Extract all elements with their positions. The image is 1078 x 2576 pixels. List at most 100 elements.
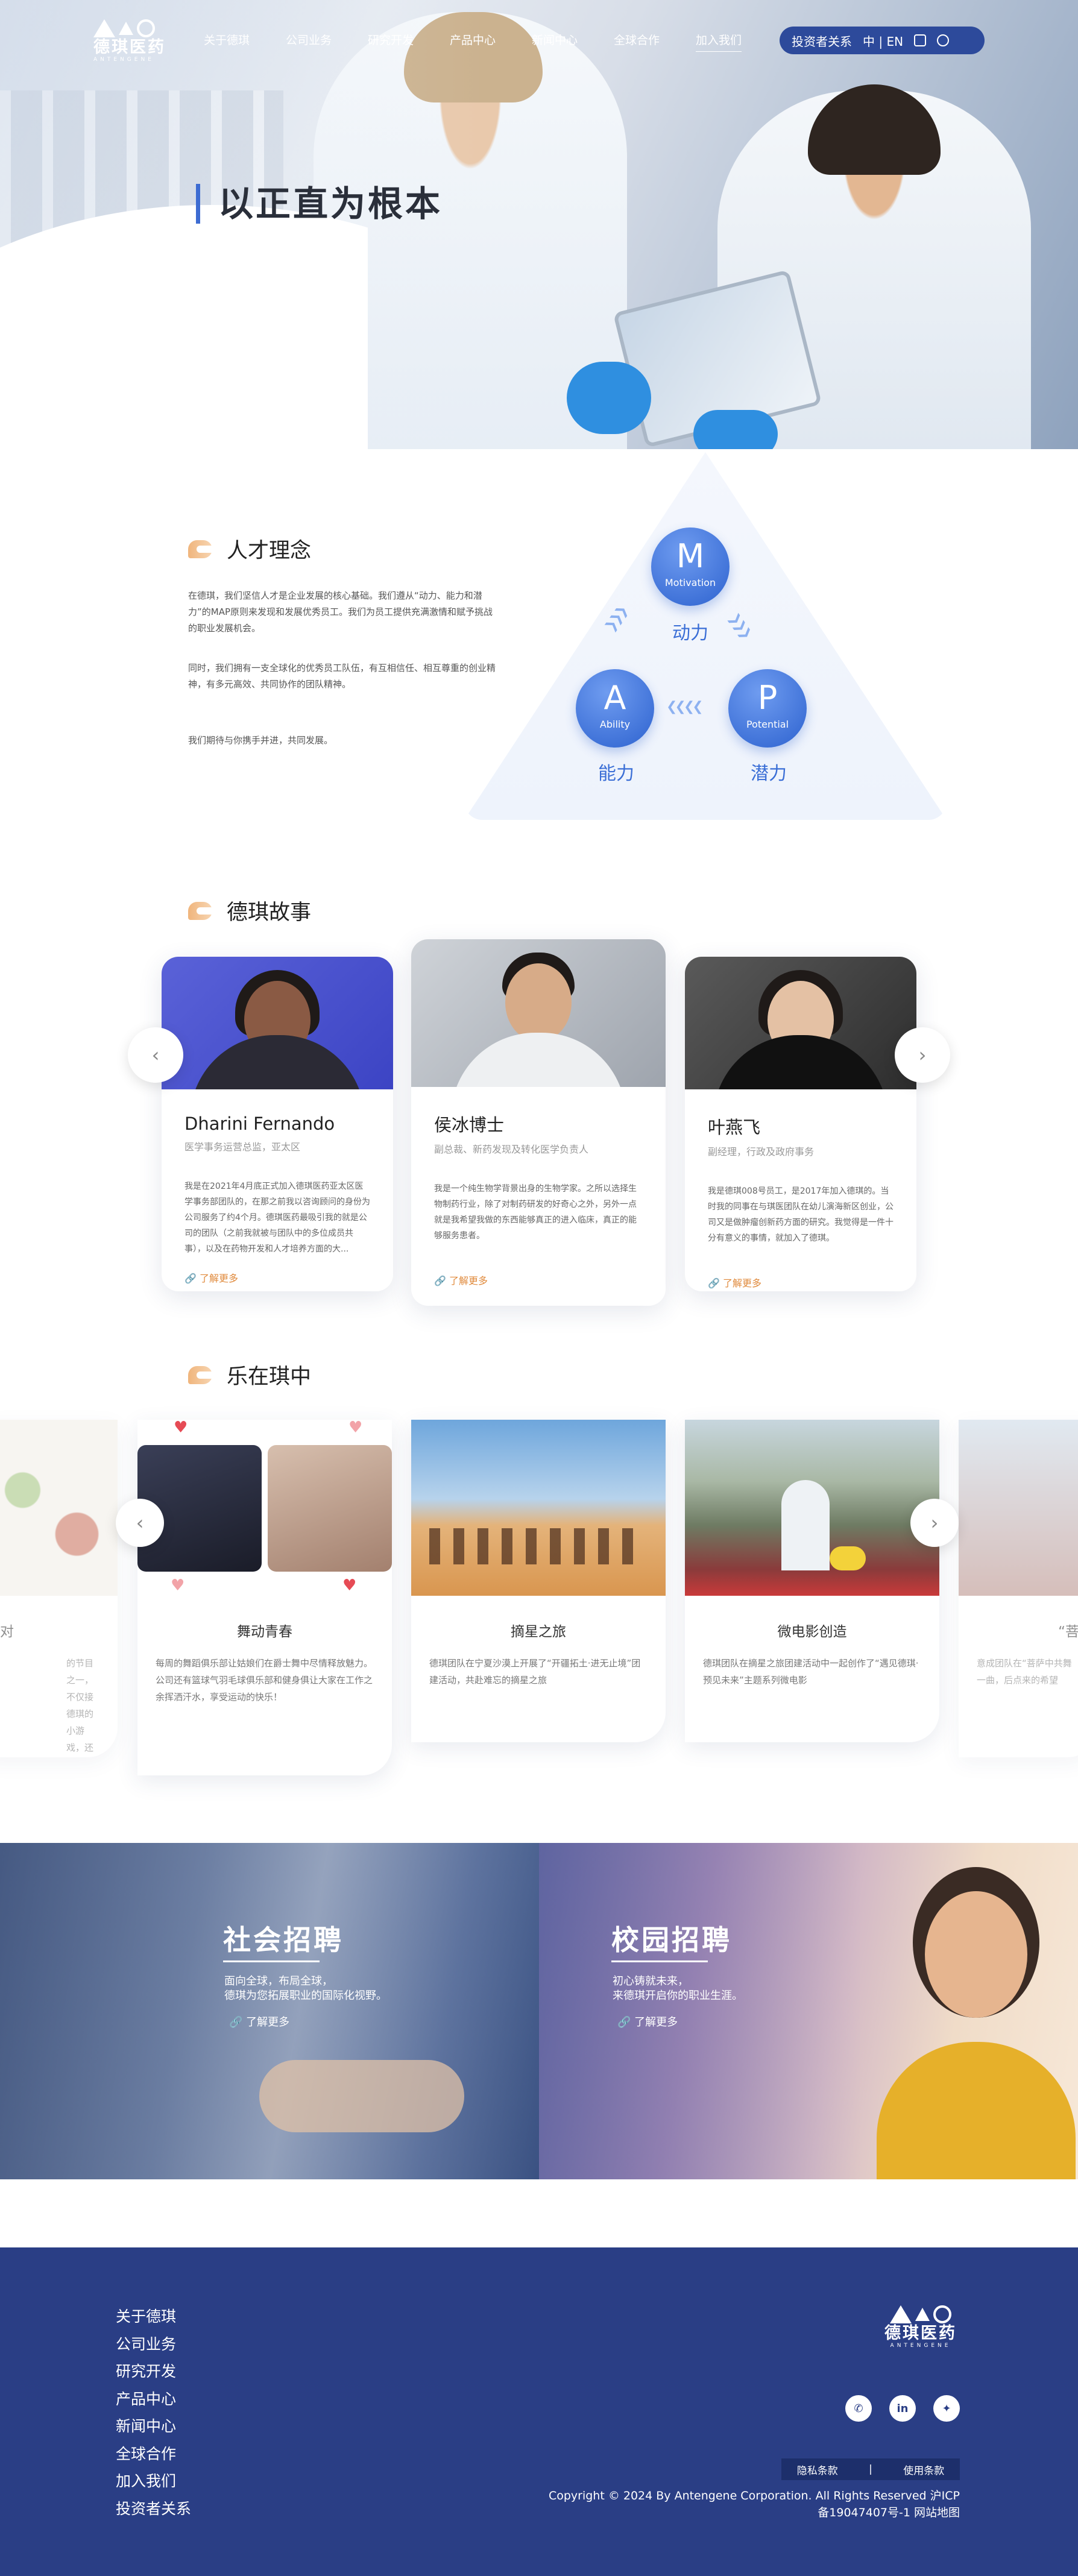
fun-card-title: 微电影创造 bbox=[777, 1624, 847, 1640]
section-mark-icon bbox=[188, 540, 217, 558]
footer-link-rd[interactable]: 研究开发 bbox=[116, 2358, 191, 2385]
fun-card[interactable]: 摘星之旅 德琪团队在宁夏沙漠上开展了“开疆拓土·进无止境”团建活动，共赴难忘的摘… bbox=[411, 1420, 666, 1742]
logo-circle-icon bbox=[137, 19, 155, 37]
icp-sitemap[interactable]: 备19047407号-1 网站地图 bbox=[549, 2504, 960, 2521]
fun-next-button[interactable]: › bbox=[910, 1499, 959, 1547]
social-recruit-desc-1: 面向全球，布局全球， bbox=[224, 1975, 333, 1988]
heart-icon: ♥ bbox=[348, 1420, 363, 1437]
nav-news[interactable]: 新闻中心 bbox=[532, 31, 614, 48]
talent-title: 人才理念 bbox=[227, 539, 312, 563]
story-photo bbox=[685, 957, 916, 1089]
map-potential-label: 潜力 bbox=[751, 763, 787, 784]
map-ability-label: 能力 bbox=[598, 763, 634, 784]
wechat-icon[interactable] bbox=[914, 34, 927, 46]
campus-recruit-desc-1: 初心铸就未来， bbox=[613, 1975, 689, 1988]
footer-links: 关于德琪 公司业务 研究开发 产品中心 新闻中心 全球合作 加入我们 投资者关系 bbox=[116, 2303, 191, 2522]
terms-link[interactable]: 使用条款 bbox=[903, 2462, 944, 2477]
footer-link-about[interactable]: 关于德琪 bbox=[116, 2303, 191, 2331]
nav-partnership[interactable]: 全球合作 bbox=[614, 31, 696, 48]
footer-link-news[interactable]: 新闻中心 bbox=[116, 2413, 191, 2440]
section-mark-icon bbox=[188, 1365, 217, 1384]
fun-card-desc: 德琪团队在宁夏沙漠上开展了“开疆拓土·进无止境”团建活动，共赴难忘的摘星之旅 bbox=[429, 1658, 641, 1686]
fun-card-title: 舞动青春 bbox=[237, 1624, 292, 1640]
copyright: Copyright © 2024 By Antengene Corporatio… bbox=[549, 2487, 960, 2521]
story-role: 医学事务运营总监，亚太区 bbox=[184, 1141, 301, 1153]
section-mark-icon bbox=[188, 901, 217, 920]
story-role: 副总裁、新药发现及转化医学负责人 bbox=[434, 1144, 589, 1155]
fun-photo-film bbox=[685, 1420, 939, 1596]
story-role: 副经理，行政及政府事务 bbox=[708, 1146, 815, 1157]
story-name: 叶燕飞 bbox=[708, 1117, 761, 1138]
footer-link-products[interactable]: 产品中心 bbox=[116, 2385, 191, 2413]
header-actions: 投资者关系 中 | EN bbox=[780, 27, 985, 54]
footer-link-partnership[interactable]: 全球合作 bbox=[116, 2440, 191, 2468]
nav-about[interactable]: 关于德琪 bbox=[204, 31, 286, 48]
header-logo[interactable]: 德琪医药 ANTENGENE bbox=[93, 18, 166, 66]
story-desc: 我是在2021年4月底正式加入德琪医药亚太区医学事务部团队的，在那之前我以咨询顾… bbox=[184, 1182, 370, 1254]
story-name: 侯冰博士 bbox=[434, 1115, 505, 1135]
story-more-link[interactable]: 🔗 了解更多 bbox=[708, 1275, 894, 1290]
map-motivation-circle: M Motivation bbox=[651, 527, 730, 606]
chevron-left-icon: ‹ bbox=[136, 1511, 144, 1534]
map-ability-circle: A Ability bbox=[576, 669, 654, 748]
footer-link-business[interactable]: 公司业务 bbox=[116, 2331, 191, 2358]
logo-triangle-icon bbox=[915, 2308, 930, 2321]
stories-next-button[interactable]: › bbox=[895, 1027, 950, 1083]
investor-relations-link[interactable]: 投资者关系 bbox=[792, 32, 852, 49]
footer-logo[interactable]: 德琪医药 ANTENGENE bbox=[881, 2304, 960, 2349]
logo-triangle-icon bbox=[119, 22, 133, 35]
logo-circle-icon bbox=[933, 2305, 951, 2323]
nav-join-us[interactable]: 加入我们 bbox=[696, 31, 778, 48]
fun-card[interactable]: 微电影创造 德琪团队在摘星之旅团建活动中一起创作了“遇见德琪·预见未来”主题系列… bbox=[685, 1420, 939, 1742]
story-card[interactable]: 叶燕飞 副经理，行政及政府事务 我是德琪008号员工，是2017年加入德琪的。当… bbox=[685, 957, 916, 1291]
stories-title: 德琪故事 bbox=[227, 901, 312, 925]
footer: 关于德琪 公司业务 研究开发 产品中心 新闻中心 全球合作 加入我们 投资者关系… bbox=[0, 2247, 1078, 2576]
social-recruit-desc-2: 德琪为您拓展职业的国际化视野。 bbox=[224, 1989, 387, 2002]
footer-link-investor[interactable]: 投资者关系 bbox=[116, 2495, 191, 2523]
campus-recruit-banner[interactable]: 校园招聘 初心铸就未来， 来德琪开启你的职业生涯。 🔗 了解更多 bbox=[539, 1843, 1078, 2179]
fun-prev-button[interactable]: ‹ bbox=[116, 1499, 164, 1547]
fun-card-desc: 每周的舞蹈俱乐部让姑娘们在爵士舞中尽情释放魅力。公司还有篮球气羽毛球俱乐部和健身… bbox=[156, 1658, 373, 1702]
heart-icon: ♥ bbox=[174, 1420, 188, 1437]
wechat-icon[interactable]: ✆ bbox=[845, 2395, 872, 2422]
twitter-icon[interactable]: ✦ bbox=[933, 2395, 960, 2422]
stories-prev-button[interactable]: ‹ bbox=[128, 1027, 183, 1083]
story-photo bbox=[411, 939, 666, 1087]
story-desc: 我是德琪008号员工，是2017年加入德琪的。当时我的同事在与琪医团队在幼儿演海… bbox=[708, 1186, 894, 1243]
logo-triangle-icon bbox=[890, 2305, 912, 2323]
nav-products[interactable]: 产品中心 bbox=[450, 31, 532, 48]
fun-card-desc: 德琪团队在摘星之旅团建活动中一起创作了“遇见德琪·预见未来”主题系列微电影 bbox=[703, 1658, 919, 1686]
fun-card[interactable]: ♥ ♥ ♥ ♥ 舞动青春 每周的舞蹈俱乐部让姑娘们在爵士舞中尽情释放魅力。公司还… bbox=[137, 1420, 392, 1775]
hero-banner bbox=[0, 0, 1078, 449]
chevron-right-icon: › bbox=[930, 1511, 939, 1534]
hero-title: 以正直为根本 bbox=[196, 184, 443, 224]
footer-logo-cn: 德琪医药 bbox=[884, 2324, 957, 2343]
language-switch[interactable]: 中 | EN bbox=[863, 32, 903, 49]
logo-triangle-icon bbox=[93, 19, 115, 37]
privacy-link[interactable]: 隐私条款 bbox=[797, 2462, 838, 2477]
search-icon[interactable] bbox=[937, 34, 950, 46]
social-recruit-more-link[interactable]: 🔗 了解更多 bbox=[229, 2014, 289, 2029]
fun-card-partial[interactable]: “菩 意成团队在“菩萨中共舞一曲，后点来的希望 bbox=[959, 1420, 1078, 1757]
story-photo bbox=[162, 957, 393, 1089]
campus-recruit-more-link[interactable]: 🔗 了解更多 bbox=[617, 2014, 678, 2029]
nav-business[interactable]: 公司业务 bbox=[286, 31, 368, 48]
story-more-link[interactable]: 🔗 了解更多 bbox=[434, 1273, 643, 1287]
social-recruit-banner[interactable]: 社会招聘 面向全球，布局全球， 德琪为您拓展职业的国际化视野。 🔗 了解更多 bbox=[0, 1843, 539, 2179]
footer-legal-bar: 隐私条款 | 使用条款 bbox=[781, 2458, 960, 2480]
chevron-left-icon: ‹ bbox=[151, 1044, 160, 1066]
story-more-link[interactable]: 🔗 了解更多 bbox=[184, 1270, 370, 1285]
logo-cn: 德琪医药 bbox=[93, 38, 166, 57]
linkedin-icon[interactable]: in bbox=[889, 2395, 916, 2422]
map-potential-circle: P Potential bbox=[728, 669, 807, 748]
fun-photo-dance: ♥ ♥ ♥ ♥ bbox=[137, 1420, 392, 1596]
chevron-right-icon: › bbox=[918, 1044, 927, 1066]
story-desc: 我是一个纯生物学背景出身的生物学家。之所以选择生物制药行业，除了对制药研发的好奇… bbox=[434, 1184, 637, 1241]
talent-paragraph-3: 我们期待与你携手并进，共同发展。 bbox=[188, 735, 333, 746]
story-card[interactable]: 侯冰博士 副总裁、新药发现及转化医学负责人 我是一个纯生物学背景出身的生物学家。… bbox=[411, 939, 666, 1306]
map-motivation-label: 动力 bbox=[672, 623, 708, 644]
footer-link-join-us[interactable]: 加入我们 bbox=[116, 2467, 191, 2495]
nav-rd[interactable]: 研究开发 bbox=[368, 31, 450, 48]
story-card[interactable]: Dharini Fernando 医学事务运营总监，亚太区 我是在2021年4月… bbox=[162, 957, 393, 1291]
fun-card-partial[interactable]: 对 的节目之一，不仅接德琪的小游戏，还能 bbox=[0, 1420, 118, 1757]
